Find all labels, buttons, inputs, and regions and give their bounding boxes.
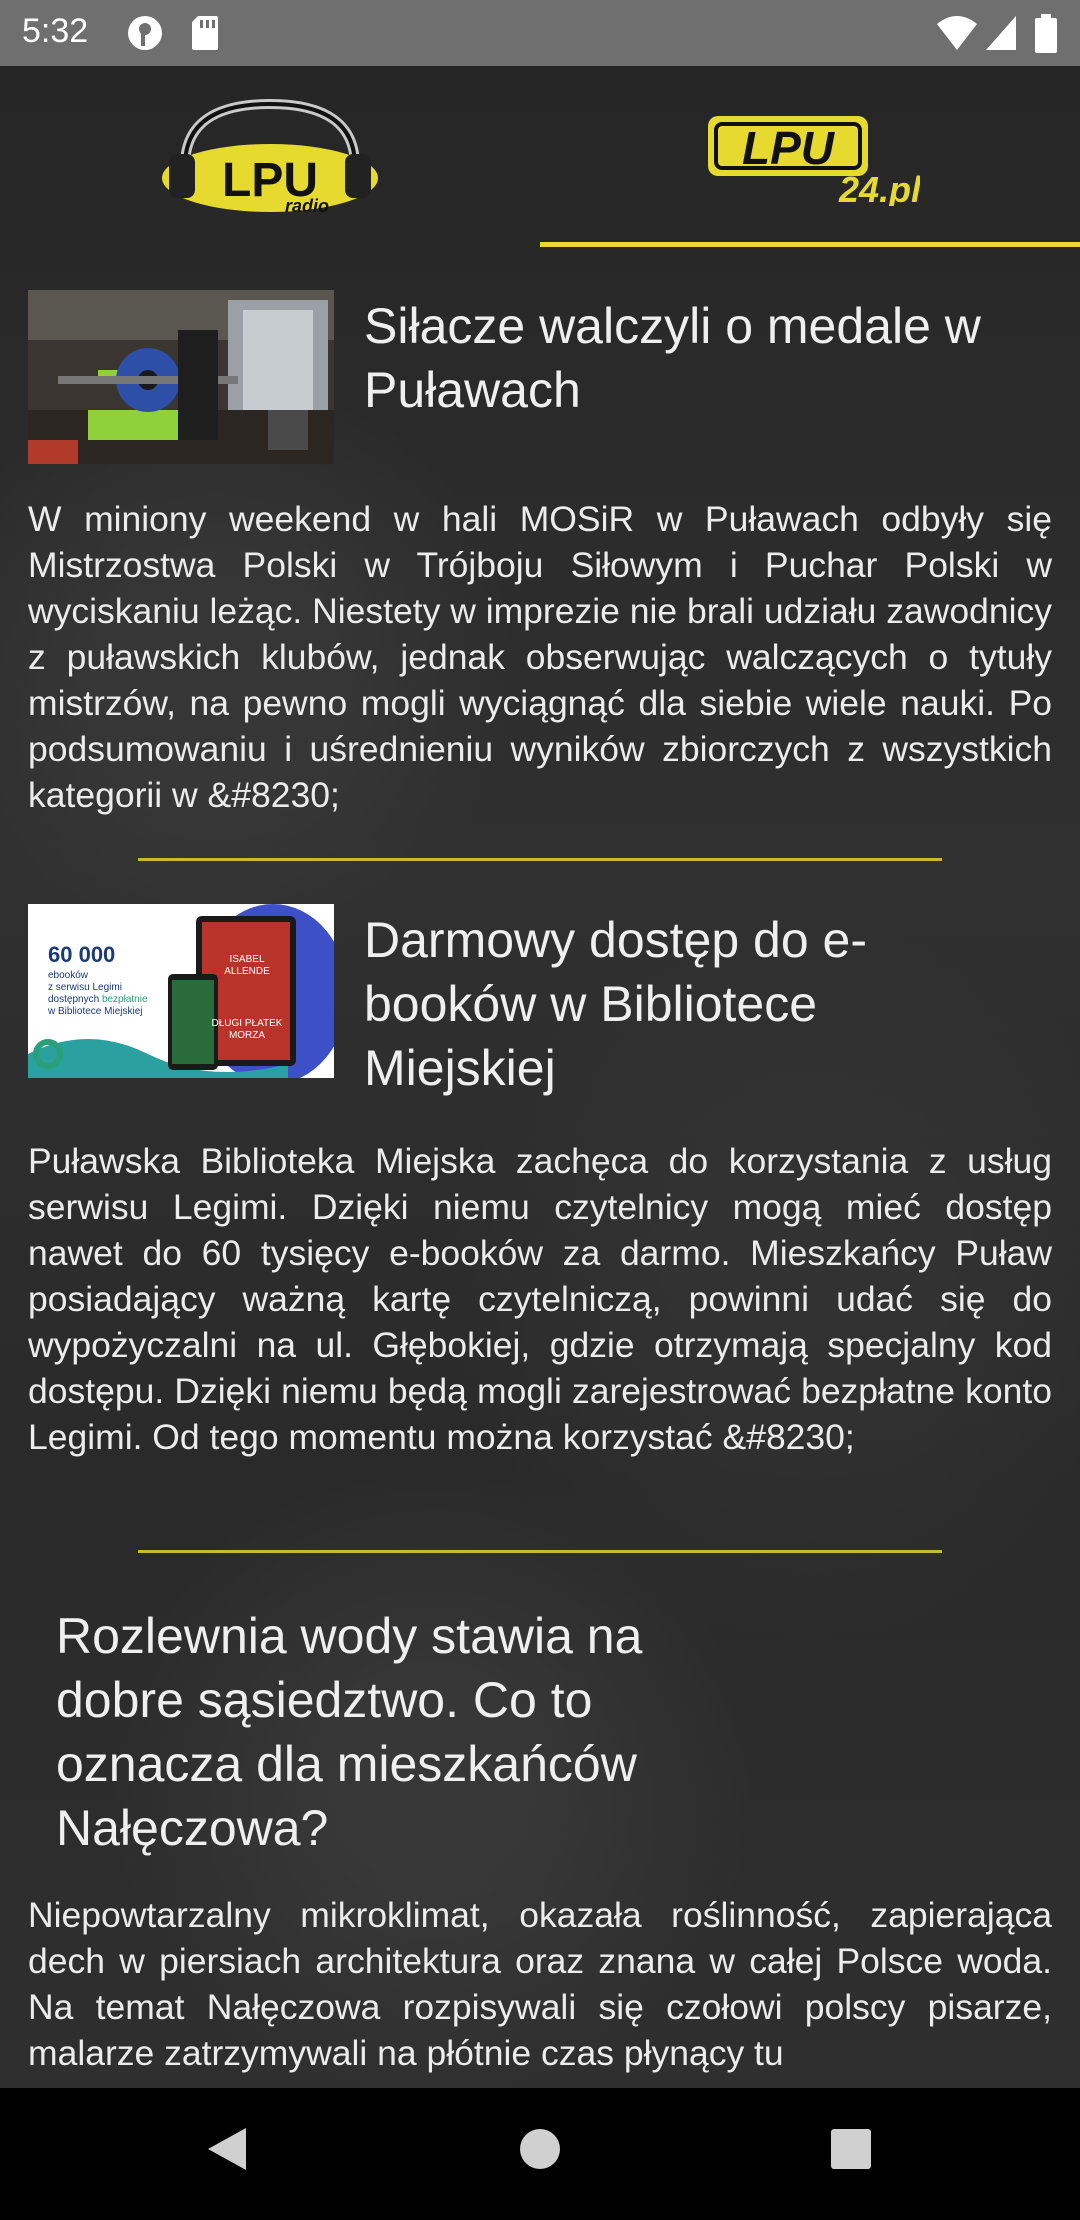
article-excerpt: Puławska Biblioteka Miejska zachęca do k…	[28, 1141, 1052, 1457]
wifi-icon	[936, 14, 978, 57]
svg-text:radio: radio	[285, 196, 329, 216]
lpu-radio-logo-icon: LPU radio	[162, 98, 378, 216]
promo-number: 60 000	[48, 942, 116, 967]
gym-photo-image	[28, 290, 334, 464]
back-icon[interactable]	[204, 2124, 250, 2179]
cell-signal-icon	[984, 14, 1018, 57]
svg-text:24.pl: 24.pl	[838, 169, 920, 206]
article-title[interactable]: Siłacze walczyli o medale w Puławach	[364, 294, 1054, 422]
status-time: 5:32	[22, 12, 89, 50]
lpu24-logo-icon: LPU 24.pl	[708, 116, 922, 210]
article-title[interactable]: Rozlewnia wody stawia na dobre sąsiedztw…	[56, 1604, 736, 1860]
article-divider	[138, 1550, 942, 1553]
lpu-radio-tab[interactable]: LPU radio	[155, 96, 385, 216]
app-content: LPU radio LPU 24.pl Siłacze walczyli o m…	[0, 66, 1080, 2088]
book-cover-text: ISABEL ALLENDE DŁUGI PŁATEK MORZA	[211, 954, 283, 1041]
battery-icon	[1034, 14, 1058, 59]
promo-caption: ebooków z serwisu Legimi dostępnych bezp…	[48, 970, 148, 1017]
header: LPU radio LPU 24.pl	[0, 66, 1080, 247]
article-divider	[138, 858, 942, 861]
sd-card-icon	[190, 14, 220, 57]
lpu24-tab[interactable]: LPU 24.pl	[700, 106, 922, 210]
article-title[interactable]: Darmowy dostęp do e-booków w Bibliotece …	[364, 908, 884, 1100]
home-icon[interactable]	[518, 2124, 562, 2179]
article-excerpt: W miniony weekend w hali MOSiR w Puławac…	[28, 499, 1053, 815]
system-nav-bar	[0, 2088, 1080, 2220]
svg-text:LPU: LPU	[742, 122, 836, 174]
article-thumbnail[interactable]	[28, 290, 334, 464]
notification-app-icon	[126, 14, 164, 57]
status-bar: 5:32	[0, 0, 1080, 66]
recents-icon[interactable]	[829, 2124, 873, 2179]
article-excerpt: Niepowtarzalny mikroklimat, okazała rośl…	[28, 1895, 1052, 2073]
active-tab-indicator	[540, 242, 1080, 247]
article-thumbnail[interactable]: 60 000 ebooków z serwisu Legimi dostępny…	[28, 904, 334, 1078]
